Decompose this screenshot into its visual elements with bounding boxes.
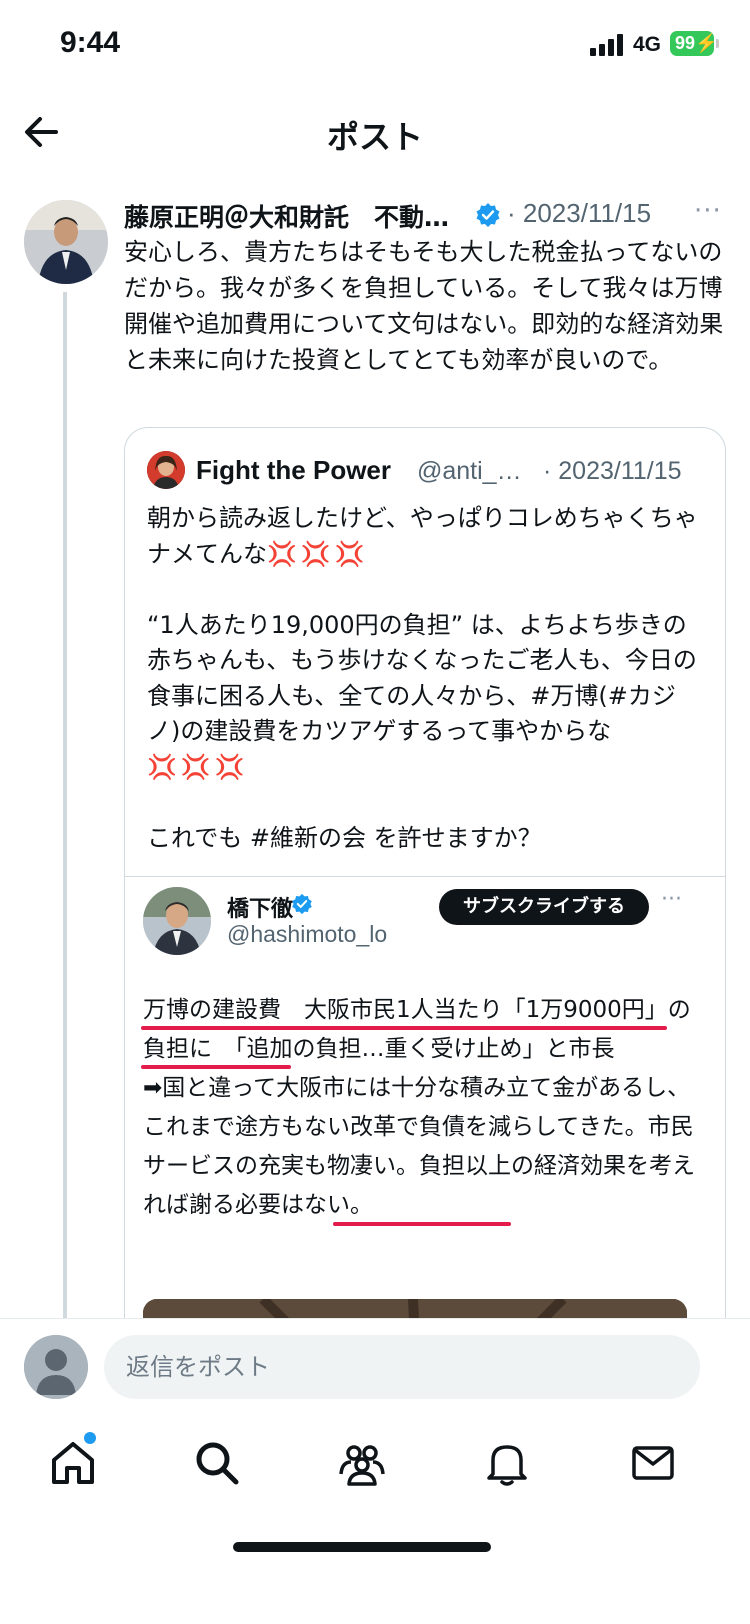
page-title: ポスト xyxy=(326,118,423,156)
signal-icon xyxy=(590,34,623,56)
quote-author-handle: @anti_… xyxy=(417,457,522,485)
verified-badge-icon xyxy=(476,203,500,227)
quote-tweet-card[interactable]: Fight the Power @anti_… · 2023/11/15 朝から… xyxy=(124,427,726,1427)
quote-author-avatar xyxy=(147,451,185,489)
my-avatar[interactable] xyxy=(24,1335,88,1399)
embedded-author-avatar xyxy=(143,887,211,955)
battery-icon: 99⚡ xyxy=(670,31,719,56)
more-options-icon: ··· xyxy=(661,887,682,912)
quote-text-part: これでも #維新の会 を許せますか？ xyxy=(147,823,542,852)
reply-input[interactable] xyxy=(104,1335,700,1399)
quote-text-part: 朝から読み返したけど、やっぱりコレめちゃくちゃナメてんな xyxy=(147,504,698,568)
home-icon[interactable] xyxy=(48,1438,98,1488)
red-underline xyxy=(141,1026,667,1030)
anger-emoji: 💢💢💢 xyxy=(267,539,369,568)
status-bar: 9:44 4G 99⚡ xyxy=(0,0,750,90)
quote-text-part: “1人あたり19,000円の負担” は、よちよち歩きの赤ちゃんも、もう歩けなくな… xyxy=(147,610,697,746)
tweet-text: 安心しろ、貴方たちはそもそも大した税金払ってないのだから。我々が多くを負担してい… xyxy=(124,238,724,374)
person-photo-icon xyxy=(143,887,211,955)
default-avatar-icon xyxy=(24,1335,88,1399)
mail-icon[interactable] xyxy=(628,1438,678,1488)
embedded-author-handle: @hashimoto_lo xyxy=(227,921,388,947)
author-avatar[interactable] xyxy=(24,200,108,284)
verified-badge-icon xyxy=(292,893,312,915)
more-options-button[interactable]: ··· xyxy=(694,196,722,226)
tweet-header: 藤原正明＠大和財託 不動… · 2023/11/15 ··· xyxy=(124,196,730,236)
bottom-tab-bar xyxy=(0,1416,750,1526)
red-underline xyxy=(141,1065,291,1069)
network-label: 4G xyxy=(633,33,662,56)
person-photo-icon xyxy=(24,200,108,284)
quote-date: · 2023/11/15 xyxy=(543,457,682,485)
tweet-date: · 2023/11/15 xyxy=(507,198,652,228)
notification-dot xyxy=(84,1432,96,1444)
subscribe-button: サブスクライブする xyxy=(439,889,649,925)
author-name[interactable]: 藤原正明＠大和財託 不動… xyxy=(124,198,449,234)
battery-level: 99 xyxy=(675,33,696,53)
bell-icon[interactable] xyxy=(482,1438,532,1488)
embedded-author-name: 橋下徹 xyxy=(227,897,294,922)
thread-line xyxy=(63,292,67,1366)
status-time: 9:44 xyxy=(60,26,121,59)
quote-author-name: Fight the Power xyxy=(196,455,391,485)
home-indicator[interactable] xyxy=(233,1542,491,1552)
red-underline xyxy=(333,1222,511,1226)
nav-header: ポスト xyxy=(0,90,750,174)
person-photo-icon xyxy=(147,451,185,489)
communities-icon[interactable] xyxy=(337,1438,387,1488)
reply-bar xyxy=(0,1318,750,1416)
anger-emoji: 💢💢💢 xyxy=(147,752,249,781)
quote-text: 朝から読み返したけど、やっぱりコレめちゃくちゃナメてんな💢💢💢 “1人あたり19… xyxy=(147,501,707,856)
search-icon[interactable] xyxy=(192,1438,242,1488)
